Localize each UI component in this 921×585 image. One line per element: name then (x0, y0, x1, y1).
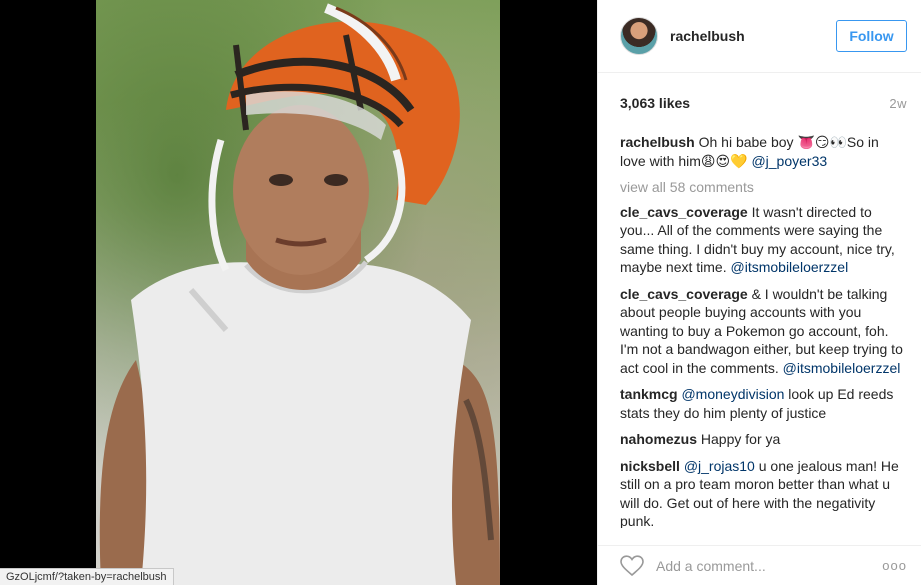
media-area: GzOLjcmf/?taken-by=rachelbush (0, 0, 597, 585)
comment-mention[interactable]: @itsmobileloerzzel (731, 259, 849, 275)
comment-author[interactable]: nahomezus (620, 431, 697, 447)
instagram-post-view: GzOLjcmf/?taken-by=rachelbush rachelbush… (0, 0, 921, 585)
add-comment-input[interactable]: Add a comment... (656, 558, 882, 574)
photo-illustration (99, 3, 500, 585)
post-details-panel: rachelbush Follow 3,063 likes 2w rachelb… (597, 0, 921, 585)
caption: rachelbush Oh hi babe boy 👅😏👀So in love … (620, 133, 907, 170)
follow-button[interactable]: Follow (836, 20, 907, 52)
comment-mention[interactable]: @moneydivision (681, 386, 784, 402)
status-url-tooltip: GzOLjcmf/?taken-by=rachelbush (0, 568, 174, 585)
caption-author[interactable]: rachelbush (620, 134, 695, 150)
view-all-comments-link[interactable]: view all 58 comments (620, 178, 907, 197)
add-comment-bar: Add a comment... ooo (598, 545, 921, 585)
comment-author[interactable]: tankmcg (620, 386, 678, 402)
comment-item: tankmcg @moneydivision look up Ed reeds … (620, 385, 907, 422)
comments-list: rachelbush Oh hi babe boy 👅😏👀So in love … (598, 133, 921, 528)
comment-mention[interactable]: @itsmobileloerzzel (783, 360, 901, 376)
username-link[interactable]: rachelbush (670, 28, 836, 44)
comment-item: cle_cavs_coverage It wasn't directed to … (620, 203, 907, 277)
comment-author[interactable]: cle_cavs_coverage (620, 204, 748, 220)
comment-item: nahomezus Happy for ya (620, 430, 907, 449)
comment-text: Happy for ya (700, 431, 781, 447)
post-photo[interactable] (96, 0, 500, 585)
avatar[interactable] (620, 17, 658, 55)
comment-author[interactable]: cle_cavs_coverage (620, 286, 748, 302)
comment-author[interactable]: nicksbell (620, 458, 680, 474)
comment-item: nicksbell @j_rojas10 u one jealous man! … (620, 457, 907, 529)
caption-mention[interactable]: @j_poyer33 (751, 153, 827, 169)
post-time[interactable]: 2w (889, 96, 907, 111)
more-options-icon[interactable]: ooo (882, 558, 907, 573)
comment-item: cle_cavs_coverage & I wouldn't be talkin… (620, 285, 907, 378)
comment-mention[interactable]: @j_rojas10 (684, 458, 755, 474)
likes-count[interactable]: 3,063 likes (620, 95, 690, 111)
post-header: rachelbush Follow (598, 0, 921, 73)
post-meta: 3,063 likes 2w (598, 73, 921, 133)
heart-icon[interactable] (620, 554, 644, 577)
